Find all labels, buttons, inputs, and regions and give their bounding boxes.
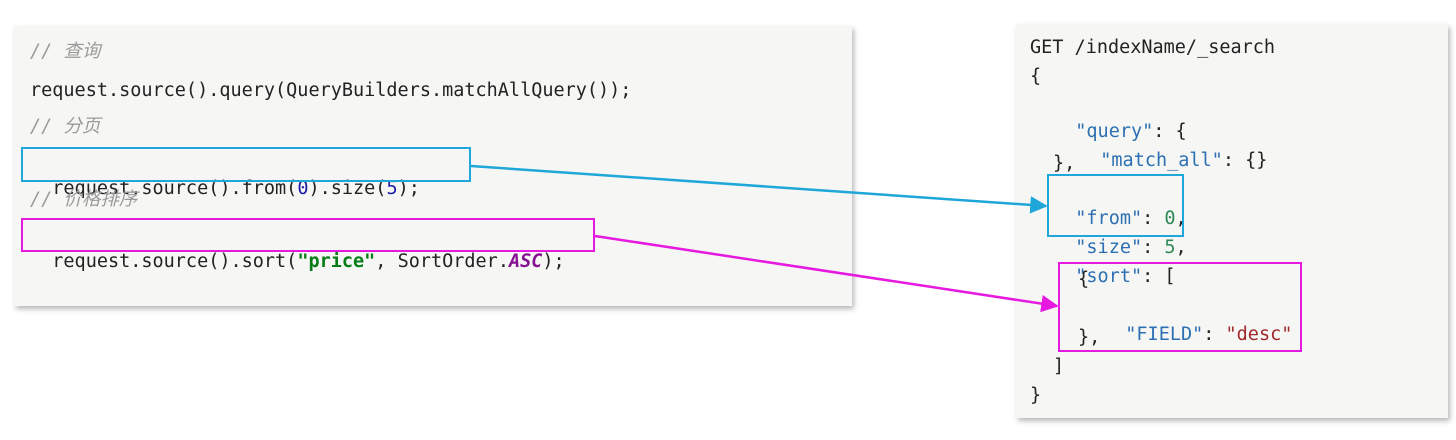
connector-arrows (470, 164, 1059, 313)
sort-arrow (594, 234, 1059, 313)
paging-arrow (470, 164, 1048, 214)
